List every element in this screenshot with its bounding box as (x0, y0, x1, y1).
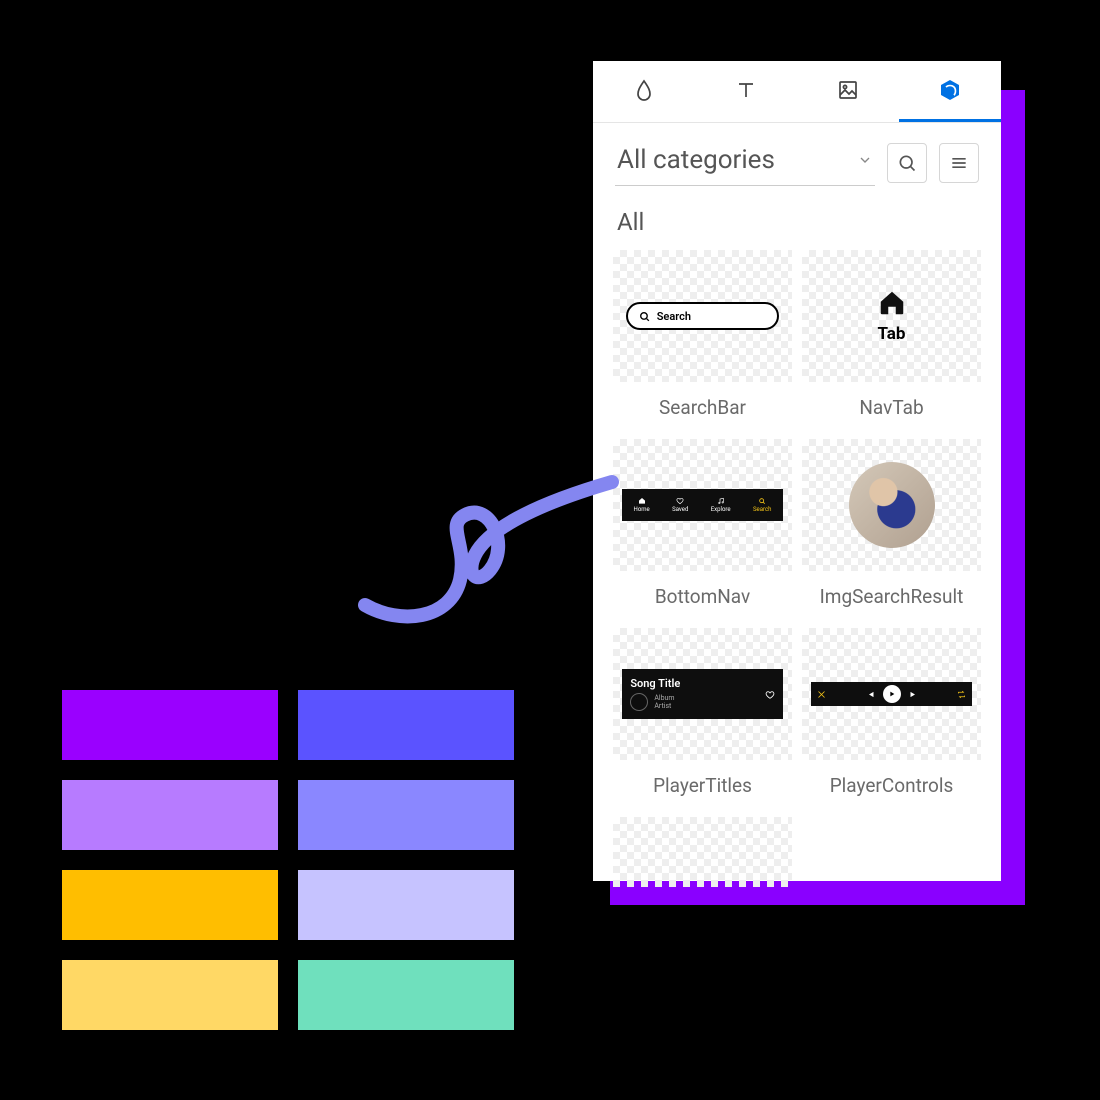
search-icon (897, 153, 917, 173)
tab-typography[interactable] (695, 61, 797, 122)
section-title: All (593, 196, 1001, 250)
list-icon (949, 153, 969, 173)
tab-colors[interactable] (593, 61, 695, 122)
search-button[interactable] (887, 143, 927, 183)
swatch-5[interactable] (298, 870, 514, 940)
shuffle-icon (817, 690, 826, 699)
card-playertitles[interactable]: Song Title Album Artist Playe (613, 628, 792, 807)
card-searchbar[interactable]: Search SearchBar (613, 250, 792, 429)
heart-icon (676, 497, 684, 505)
thumb-empty (613, 817, 792, 887)
thumb-bottomnav: Home Saved Explore Search (613, 439, 792, 571)
home-icon (638, 497, 646, 505)
panel-tab-bar (593, 61, 1001, 123)
card-label: PlayerTitles (613, 760, 792, 807)
card-imgsearchresult[interactable]: ImgSearchResult (802, 439, 981, 618)
thumb-navtab: Tab (802, 250, 981, 382)
card-empty (613, 817, 792, 887)
thumb-playertitles: Song Title Album Artist (613, 628, 792, 760)
swatch-6[interactable] (62, 960, 278, 1030)
thumb-playercontrols (802, 628, 981, 760)
swatch-2[interactable] (62, 780, 278, 850)
bn-search: Search (753, 497, 771, 513)
play-button (883, 685, 901, 703)
search-icon (638, 310, 651, 323)
card-playercontrols[interactable]: PlayerControls (802, 628, 981, 807)
category-label: All categories (617, 145, 775, 175)
tab-images[interactable] (797, 61, 899, 122)
card-label: NavTab (802, 382, 981, 429)
swatch-3[interactable] (298, 780, 514, 850)
card-label: BottomNav (613, 571, 792, 618)
card-navtab[interactable]: Tab NavTab (802, 250, 981, 429)
home-icon (877, 288, 907, 318)
swatch-7[interactable] (298, 960, 514, 1030)
filters-row: All categories (593, 123, 1001, 196)
search-icon (758, 497, 766, 505)
swatch-1[interactable] (298, 690, 514, 760)
navtab-preview: Tab (877, 288, 907, 344)
music-icon (717, 497, 725, 505)
album-art-placeholder (630, 693, 648, 711)
card-bottomnav[interactable]: Home Saved Explore Search (613, 439, 792, 618)
components-grid: Search SearchBar Tab NavTab (593, 250, 1001, 887)
chevron-down-icon (857, 152, 873, 168)
squiggle-decoration (350, 470, 630, 640)
card-label: PlayerControls (802, 760, 981, 807)
prev-icon (866, 690, 875, 699)
pt-album: Album (654, 694, 674, 702)
drop-icon (632, 78, 656, 102)
color-palette (62, 690, 514, 1030)
tab-components[interactable] (899, 61, 1001, 122)
bn-saved: Saved (672, 497, 688, 513)
image-icon (836, 78, 860, 102)
thumb-imgsearchresult (802, 439, 981, 571)
playertitles-preview: Song Title Album Artist (622, 669, 782, 719)
playercontrols-preview (811, 682, 971, 706)
searchbar-preview: Search (626, 302, 780, 330)
thumb-searchbar: Search (613, 250, 792, 382)
list-view-button[interactable] (939, 143, 979, 183)
card-label: ImgSearchResult (802, 571, 981, 618)
swatch-4[interactable] (62, 870, 278, 940)
avatar-preview (849, 462, 935, 548)
bottomnav-preview: Home Saved Explore Search (622, 489, 782, 521)
next-icon (909, 690, 918, 699)
bn-home: Home (634, 497, 650, 513)
repeat-icon (957, 690, 966, 699)
card-label: SearchBar (613, 382, 792, 429)
swatch-0[interactable] (62, 690, 278, 760)
components-panel: All categories All Search (593, 61, 1001, 881)
category-dropdown[interactable]: All categories (615, 139, 875, 186)
pt-artist: Artist (654, 702, 674, 710)
play-icon (888, 690, 896, 698)
pt-song: Song Title (630, 677, 680, 690)
type-icon (734, 78, 758, 102)
searchbar-placeholder: Search (657, 310, 691, 323)
favorite-icon (765, 685, 775, 704)
components-icon (938, 78, 962, 102)
bn-explore: Explore (711, 497, 731, 513)
navtab-label: Tab (877, 324, 907, 344)
